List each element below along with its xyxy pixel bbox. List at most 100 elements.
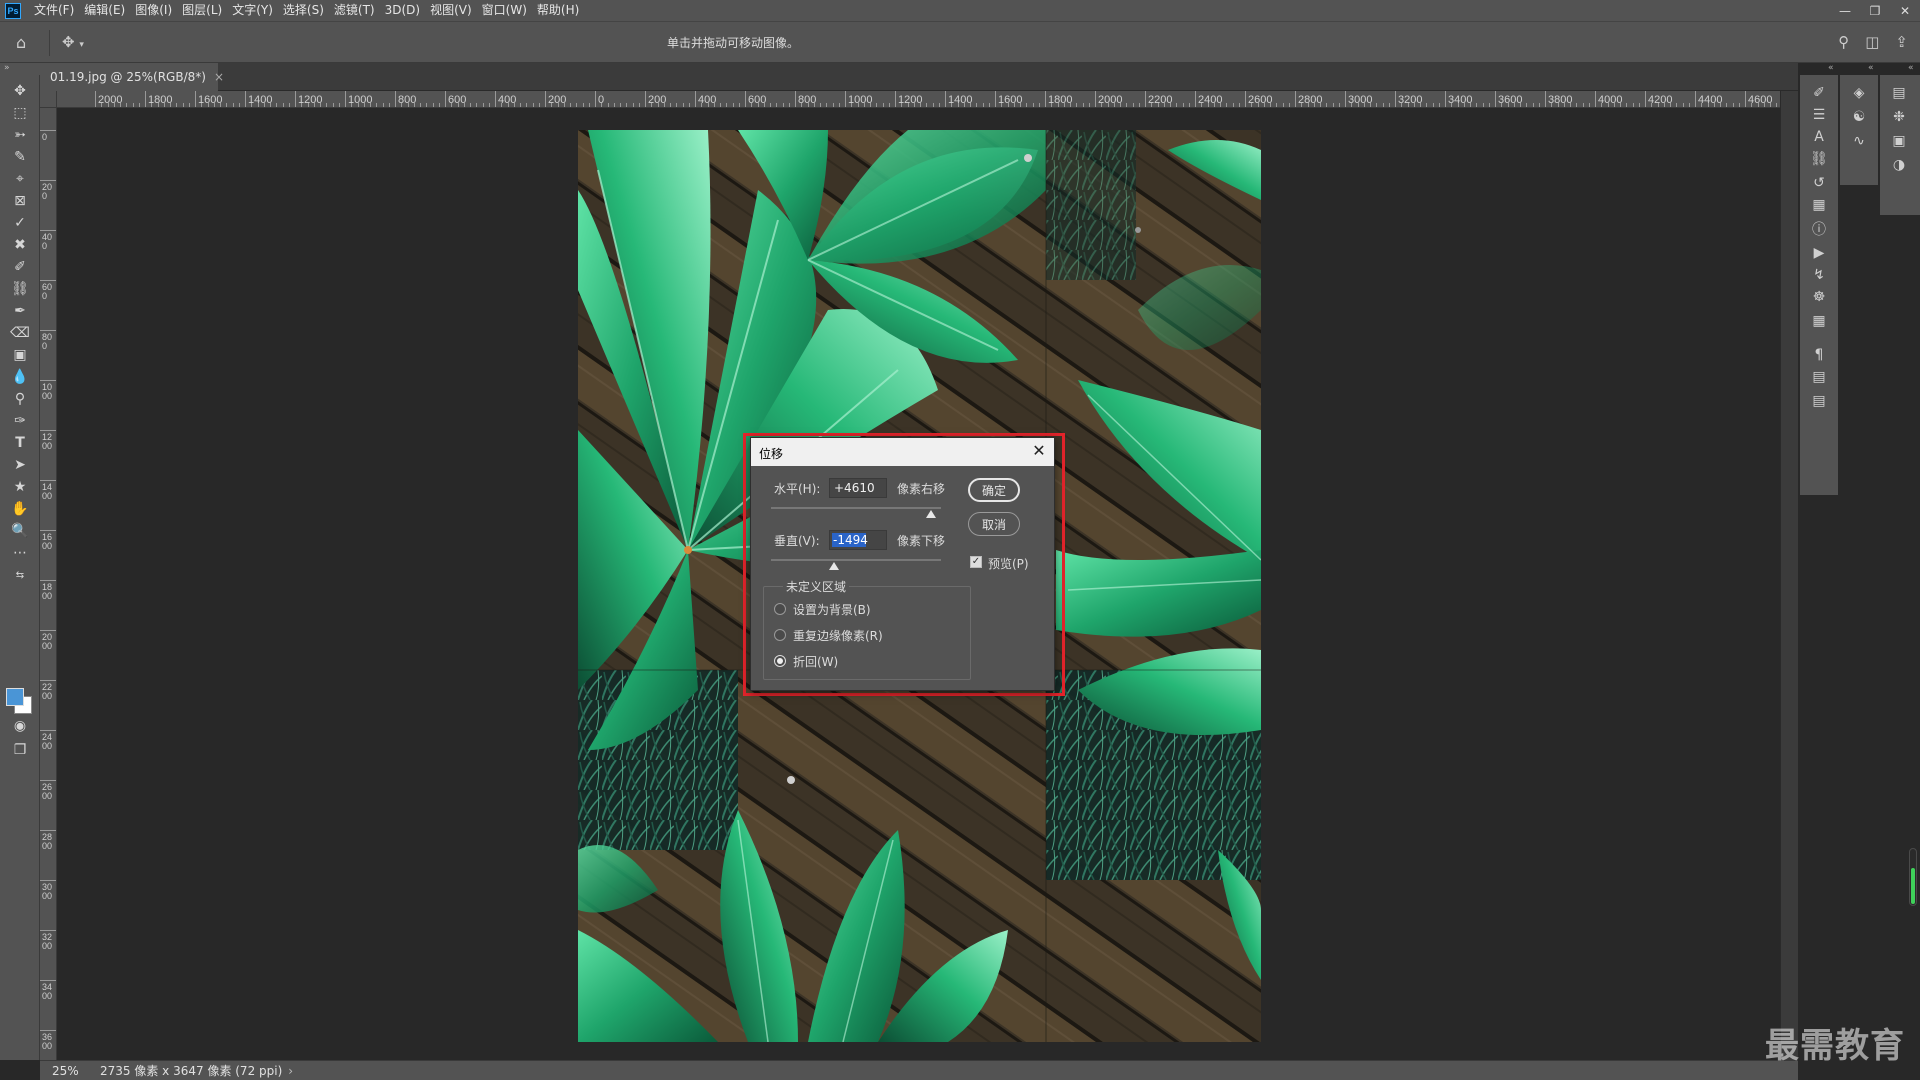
vertical-slider-track[interactable] bbox=[771, 559, 941, 561]
status-menu-chevron-icon[interactable]: › bbox=[282, 1064, 293, 1078]
horizontal-slider-track[interactable] bbox=[771, 507, 941, 509]
character-icon[interactable]: A bbox=[1809, 127, 1829, 147]
paragraph-styles-icon[interactable]: ▤ bbox=[1809, 367, 1829, 387]
shape-tool-icon[interactable]: ★ bbox=[8, 476, 32, 498]
search-icon[interactable]: ⚲ bbox=[1838, 33, 1849, 51]
gradient-tool-icon[interactable]: ▣ bbox=[8, 344, 32, 366]
ruler-minor-tick bbox=[138, 103, 140, 107]
path-selection-tool-icon[interactable]: ➤ bbox=[8, 454, 32, 476]
cancel-button[interactable]: 取消 bbox=[968, 512, 1020, 536]
vertical-input[interactable]: -1494 bbox=[829, 530, 887, 550]
screen-mode-icon[interactable]: ❐ bbox=[8, 739, 32, 761]
menu-item[interactable]: 编辑(E) bbox=[79, 0, 130, 21]
vertical-scrollbar[interactable] bbox=[1780, 91, 1798, 1060]
libraries-icon[interactable]: ▦ bbox=[1809, 195, 1829, 215]
marquee-tool-icon[interactable]: ⬚ bbox=[8, 102, 32, 124]
info-icon[interactable]: ⓘ bbox=[1809, 219, 1829, 239]
zoom-level[interactable]: 25% bbox=[40, 1064, 88, 1078]
toolbar-collapse-icon[interactable]: » bbox=[0, 63, 40, 75]
swatches-icon[interactable]: ❉ bbox=[1889, 107, 1909, 127]
frame-tool-icon[interactable]: ⊠ bbox=[8, 190, 32, 212]
panel-collapse-icon[interactable]: « bbox=[1868, 63, 1874, 73]
vertical-slider-thumb[interactable] bbox=[829, 562, 839, 570]
eyedropper-tool-icon[interactable]: ✓ bbox=[8, 212, 32, 234]
move-tool-preset-icon[interactable]: ✥ ▾ bbox=[62, 33, 96, 53]
lasso-tool-icon[interactable]: ➳ bbox=[8, 124, 32, 146]
horizontal-slider-thumb[interactable] bbox=[926, 510, 936, 518]
radio-repeat-edge-pixels[interactable] bbox=[774, 629, 786, 641]
type-tool-icon[interactable]: T bbox=[8, 432, 32, 454]
menu-item[interactable]: 视图(V) bbox=[425, 0, 477, 21]
workspace-icon[interactable]: ◫ bbox=[1865, 33, 1879, 51]
share-icon[interactable]: ⇪ bbox=[1895, 33, 1908, 51]
horizontal-ruler[interactable]: 2000 1800 1600 1400 1200 1000 800 600 400 200 0 200… bbox=[57, 91, 1780, 108]
document-tab[interactable]: 01.19.jpg @ 25%(RGB/8*) × bbox=[40, 63, 224, 91]
menu-item[interactable]: 图像(I) bbox=[130, 0, 177, 21]
vertical-ruler[interactable]: 0 200 400 600 800 1000 1200 1400 1600 1800 2000 220… bbox=[40, 108, 57, 1060]
swap-colors-icon[interactable]: ⇆ bbox=[8, 564, 32, 586]
menu-item[interactable]: 文件(F) bbox=[29, 0, 79, 21]
gradients-icon[interactable]: ◑ bbox=[1889, 155, 1909, 175]
zoom-tool-icon[interactable]: 🔍 bbox=[8, 520, 32, 542]
panel-collapse-icon[interactable]: « bbox=[1908, 63, 1914, 73]
timeline-icon[interactable]: ↯ bbox=[1809, 265, 1829, 285]
menu-item[interactable]: 帮助(H) bbox=[532, 0, 584, 21]
radio-set-to-background[interactable] bbox=[774, 603, 786, 615]
panel-collapse-icon[interactable]: « bbox=[1828, 63, 1834, 73]
ruler-minor-tick bbox=[938, 103, 940, 107]
3d-icon[interactable]: ☸ bbox=[1809, 287, 1829, 307]
actions-play-icon[interactable]: ▶ bbox=[1809, 243, 1829, 263]
brush-settings-icon[interactable]: ✐ bbox=[1809, 83, 1829, 103]
quick-mask-icon[interactable]: ◉ bbox=[8, 715, 32, 737]
adjustments-icon[interactable]: ☰ bbox=[1809, 105, 1829, 125]
hand-tool-icon[interactable]: ✋ bbox=[8, 498, 32, 520]
radio-wrap-around[interactable] bbox=[774, 655, 786, 667]
paragraph-icon[interactable]: ¶ bbox=[1809, 345, 1829, 365]
menu-item[interactable]: 选择(S) bbox=[278, 0, 329, 21]
color-icon[interactable]: ▤ bbox=[1889, 83, 1909, 103]
notes-icon[interactable]: ▤ bbox=[1809, 391, 1829, 411]
ruler-minor-tick bbox=[1588, 103, 1590, 107]
ruler-minor-tick bbox=[1532, 103, 1534, 107]
restore-icon[interactable]: ❐ bbox=[1860, 0, 1890, 21]
minimize-icon[interactable]: — bbox=[1830, 0, 1860, 21]
close-window-icon[interactable]: ✕ bbox=[1890, 0, 1920, 21]
home-icon[interactable]: ⌂ bbox=[16, 33, 38, 53]
menu-item[interactable]: 窗口(W) bbox=[477, 0, 532, 21]
dialog-close-icon[interactable]: ✕ bbox=[1030, 442, 1048, 460]
dodge-tool-icon[interactable]: ⚲ bbox=[8, 388, 32, 410]
close-tab-icon[interactable]: × bbox=[214, 70, 224, 84]
menu-item[interactable]: 滤镜(T) bbox=[329, 0, 380, 21]
horizontal-input[interactable] bbox=[829, 478, 887, 498]
clone-source-icon[interactable]: ⛓ bbox=[1809, 149, 1829, 169]
paths-icon[interactable]: ∿ bbox=[1849, 131, 1869, 151]
menu-item[interactable]: 图层(L) bbox=[177, 0, 227, 21]
eraser-tool-icon[interactable]: ⌫ bbox=[8, 322, 32, 344]
more-tools-icon[interactable]: ⋯ bbox=[8, 542, 32, 564]
menu-item[interactable]: 3D(D) bbox=[380, 0, 425, 21]
blur-tool-icon[interactable]: 💧 bbox=[8, 366, 32, 388]
healing-brush-tool-icon[interactable]: ✖ bbox=[8, 234, 32, 256]
brush-tool-icon[interactable]: ✐ bbox=[8, 256, 32, 278]
table-icon[interactable]: ▦ bbox=[1809, 311, 1829, 331]
pen-tool-icon[interactable]: ✑ bbox=[8, 410, 32, 432]
move-tool-icon[interactable]: ✥ bbox=[8, 80, 32, 102]
document-info[interactable]: 2735 像素 x 3647 像素 (72 ppi) bbox=[88, 1062, 282, 1079]
foreground-color-swatch[interactable] bbox=[6, 688, 24, 706]
clone-stamp-tool-icon[interactable]: ⛓ bbox=[8, 278, 32, 300]
ok-button[interactable]: 确定 bbox=[968, 478, 1020, 502]
ruler-origin[interactable] bbox=[40, 91, 57, 108]
dialog-title-bar[interactable]: 位移 ✕ bbox=[751, 438, 1054, 466]
ruler-minor-tick bbox=[1276, 103, 1278, 107]
properties-icon[interactable]: ▣ bbox=[1889, 131, 1909, 151]
channels-icon[interactable]: ☯ bbox=[1849, 107, 1869, 127]
history-brush-tool-icon[interactable]: ✒ bbox=[8, 300, 32, 322]
ruler-minor-tick bbox=[738, 103, 740, 107]
layers-icon[interactable]: ◈ bbox=[1849, 83, 1869, 103]
history-icon[interactable]: ↺ bbox=[1809, 173, 1829, 193]
quick-selection-tool-icon[interactable]: ✎ bbox=[8, 146, 32, 168]
crop-tool-icon[interactable]: ⌖ bbox=[8, 168, 32, 190]
ruler-tick bbox=[1045, 91, 1046, 107]
preview-checkbox[interactable]: ✓ bbox=[970, 556, 982, 568]
menu-item[interactable]: 文字(Y) bbox=[227, 0, 278, 21]
